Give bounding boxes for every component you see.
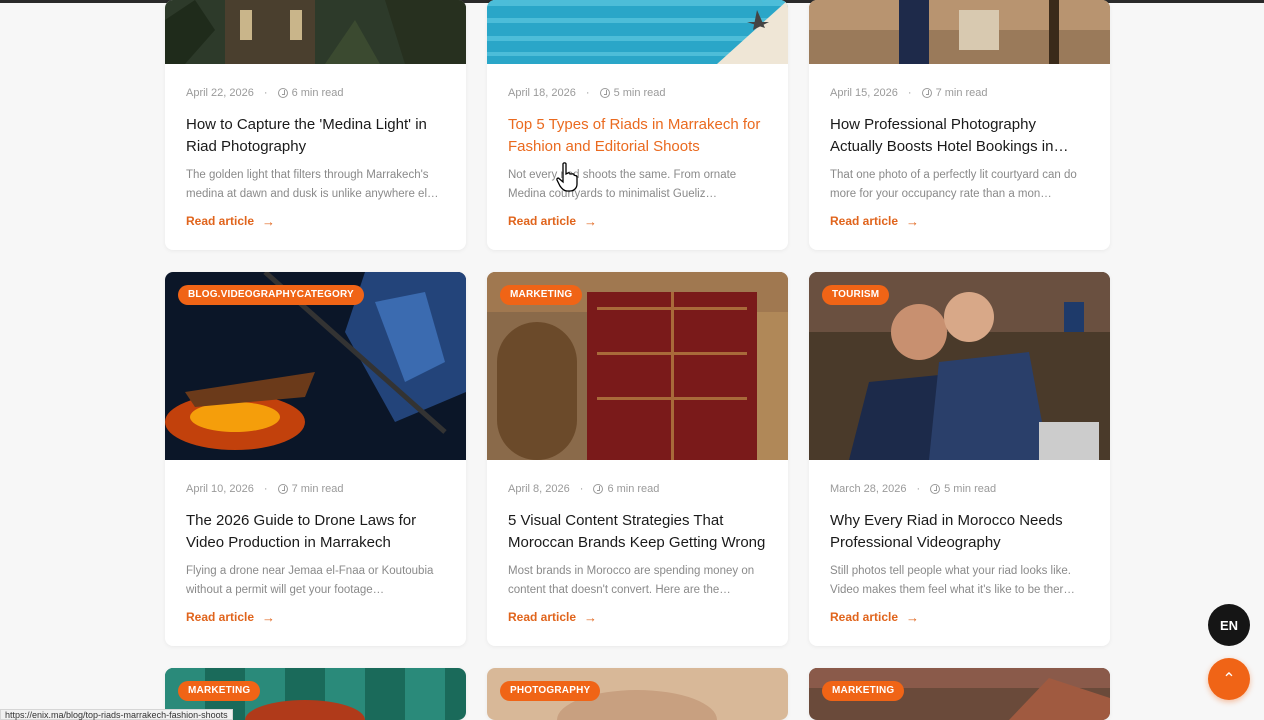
arrow-right-icon: → <box>906 213 920 229</box>
article-excerpt: Most brands in Morocco are spending mone… <box>508 565 755 596</box>
article-title[interactable]: How to Capture the 'Medina Light' in Ria… <box>186 114 445 158</box>
article-title[interactable]: Top 5 Types of Riads in Marrakech for Fa… <box>508 114 767 158</box>
article-excerpt: Flying a drone near Jemaa el-Fnaa or Kou… <box>186 565 434 596</box>
read-time: 7 min read <box>935 87 988 99</box>
clock-icon <box>277 484 288 494</box>
article-card[interactable]: TOURISM March 28, 2026 · 5 min read Why … <box>809 272 1110 646</box>
read-article-link[interactable]: Read article → <box>508 608 767 626</box>
article-thumbnail[interactable]: BLOG.VIDEOGRAPHYCATEGORY <box>165 272 466 460</box>
clock-icon <box>593 484 604 494</box>
article-meta: April 22, 2026 · 6 min read <box>186 87 344 99</box>
article-meta: April 8, 2026 · 6 min read <box>508 483 660 495</box>
read-article-label: Read article <box>186 610 255 624</box>
read-article-label: Read article <box>508 214 577 228</box>
hand-cursor-icon <box>556 162 578 192</box>
article-thumbnail[interactable] <box>165 0 466 64</box>
arrow-right-icon: → <box>584 609 598 625</box>
article-excerpt: Not every riad shoots the same. From orn… <box>508 169 737 200</box>
article-card[interactable]: April 18, 2026 · 5 min read Top 5 Types … <box>487 0 788 250</box>
clock-icon <box>599 88 610 98</box>
arrow-right-icon: → <box>262 213 276 229</box>
article-meta: April 18, 2026 · 5 min read <box>508 87 666 99</box>
category-tag[interactable]: BLOG.VIDEOGRAPHYCATEGORY <box>178 285 364 305</box>
article-meta: April 10, 2026 · 7 min read <box>186 483 344 495</box>
article-thumbnail[interactable]: TOURISM <box>809 272 1110 460</box>
article-card[interactable]: April 15, 2026 · 7 min read How Professi… <box>809 0 1110 250</box>
article-date: March 28, 2026 <box>830 483 907 495</box>
read-time: 6 min read <box>291 87 344 99</box>
article-thumbnail[interactable]: MARKETING <box>487 272 788 460</box>
clock-icon <box>277 88 288 98</box>
category-tag[interactable]: PHOTOGRAPHY <box>500 681 601 701</box>
article-card[interactable]: MARKETING <box>809 668 1110 720</box>
read-article-link[interactable]: Read article → <box>508 212 767 230</box>
read-article-link[interactable]: Read article → <box>830 608 1089 626</box>
article-date: April 8, 2026 <box>508 483 570 495</box>
arrow-right-icon: → <box>906 609 920 625</box>
clock-icon <box>921 88 932 98</box>
article-title[interactable]: How Professional Photography Actually Bo… <box>830 114 1089 158</box>
article-thumbnail[interactable]: MARKETING <box>809 668 1110 720</box>
article-title[interactable]: The 2026 Guide to Drone Laws for Video P… <box>186 510 445 554</box>
article-meta: April 15, 2026 · 7 min read <box>830 87 988 99</box>
read-article-label: Read article <box>186 214 255 228</box>
article-card[interactable]: BLOG.VIDEOGRAPHYCATEGORY April 10, 2026 … <box>165 272 466 646</box>
article-thumbnail[interactable]: PHOTOGRAPHY <box>487 668 788 720</box>
read-article-label: Read article <box>830 610 899 624</box>
article-excerpt: The golden light that filters through Ma… <box>186 169 439 200</box>
article-thumbnail[interactable] <box>809 0 1110 64</box>
category-tag[interactable]: MARKETING <box>500 285 583 305</box>
article-date: April 10, 2026 <box>186 483 254 495</box>
category-tag[interactable]: TOURISM <box>822 285 890 305</box>
read-article-link[interactable]: Read article → <box>186 608 445 626</box>
read-article-link[interactable]: Read article → <box>186 212 445 230</box>
article-date: April 15, 2026 <box>830 87 898 99</box>
article-card[interactable]: MARKETING April 8, 2026 · 6 min read 5 V… <box>487 272 788 646</box>
scroll-to-top-button[interactable]: ⌃ <box>1208 658 1250 700</box>
article-excerpt: Still photos tell people what your riad … <box>830 565 1075 596</box>
article-excerpt: That one photo of a perfectly lit courty… <box>830 169 1077 200</box>
chevron-up-icon: ⌃ <box>1222 671 1236 688</box>
article-title[interactable]: Why Every Riad in Morocco Needs Professi… <box>830 510 1089 554</box>
article-title[interactable]: 5 Visual Content Strategies That Morocca… <box>508 510 767 554</box>
arrow-right-icon: → <box>262 609 276 625</box>
article-date: April 22, 2026 <box>186 87 254 99</box>
article-card[interactable]: April 22, 2026 · 6 min read How to Captu… <box>165 0 466 250</box>
status-bar-url: https://enix.ma/blog/top-riads-marrakech… <box>0 709 233 720</box>
read-article-label: Read article <box>830 214 899 228</box>
read-time: 6 min read <box>607 483 660 495</box>
article-meta: March 28, 2026 · 5 min read <box>830 483 997 495</box>
language-switcher[interactable]: EN <box>1208 604 1250 646</box>
article-card[interactable]: PHOTOGRAPHY <box>487 668 788 720</box>
article-date: April 18, 2026 <box>508 87 576 99</box>
clock-icon <box>930 484 941 494</box>
arrow-right-icon: → <box>584 213 598 229</box>
read-time: 5 min read <box>944 483 997 495</box>
read-time: 7 min read <box>291 483 344 495</box>
article-thumbnail[interactable] <box>487 0 788 64</box>
read-time: 5 min read <box>613 87 666 99</box>
read-article-link[interactable]: Read article → <box>830 212 1089 230</box>
category-tag[interactable]: MARKETING <box>822 681 905 701</box>
category-tag[interactable]: MARKETING <box>178 681 261 701</box>
read-article-label: Read article <box>508 610 577 624</box>
